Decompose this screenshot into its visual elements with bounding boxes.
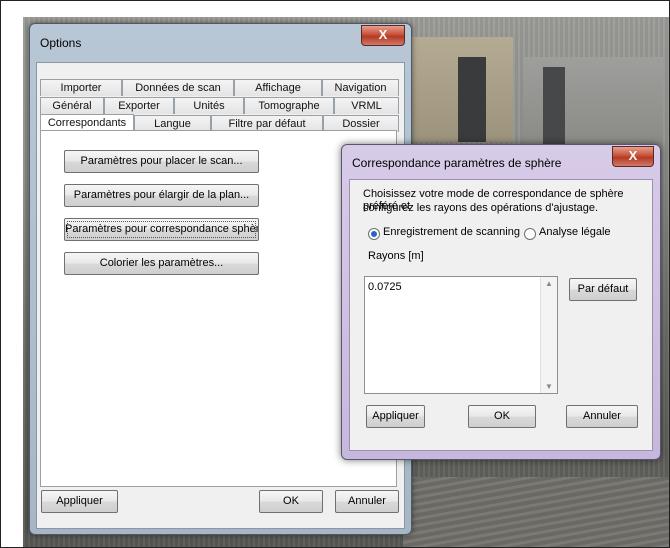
scroll-up-icon[interactable]: ▲	[545, 279, 553, 288]
legal-analysis-radio[interactable]	[524, 228, 536, 240]
options-close-button[interactable]: X	[361, 25, 405, 46]
scan-placement-settings-button[interactable]: Paramètres pour placer le scan...	[64, 150, 259, 173]
tab-unites[interactable]: Unités	[174, 97, 244, 114]
scroll-down-icon[interactable]: ▼	[545, 382, 553, 391]
tab-navigation[interactable]: Navigation	[322, 79, 399, 96]
default-radius-button[interactable]: Par défaut	[569, 278, 637, 301]
tab-donnees-de-scan[interactable]: Données de scan	[122, 79, 234, 96]
tab-exporter[interactable]: Exporter	[104, 97, 174, 114]
options-cancel-button[interactable]: Annuler	[335, 490, 399, 513]
tab-importer[interactable]: Importer	[40, 79, 122, 96]
color-settings-button[interactable]: Colorier les paramètres...	[64, 252, 259, 275]
options-ok-button[interactable]: OK	[259, 490, 323, 513]
tab-vrml[interactable]: VRML	[334, 97, 399, 114]
legal-analysis-label[interactable]: Analyse légale	[539, 226, 611, 238]
background-door	[458, 57, 486, 142]
sphere-dialog-close-button[interactable]: X	[612, 146, 654, 167]
radius-scrollbar[interactable]: ▲ ▼	[540, 277, 557, 393]
radius-value: 0.0725	[368, 281, 402, 293]
sphere-dialog-title: Correspondance paramètres de sphère	[352, 156, 562, 170]
radius-textarea[interactable]: 0.0725 ▲ ▼	[364, 276, 558, 394]
tab-tomographe[interactable]: Tomographe	[244, 97, 334, 114]
sphere-dialog-client-area: Choisissez votre mode de correspondance …	[349, 179, 653, 451]
sphere-apply-button[interactable]: Appliquer	[366, 405, 425, 428]
tab-affichage[interactable]: Affichage	[234, 79, 322, 96]
tab-row-2: Général Exporter Unités Tomographe VRML	[40, 97, 399, 114]
close-icon: X	[378, 27, 388, 42]
plane-extension-settings-button[interactable]: Paramètres pour élargir de la plan...	[64, 184, 259, 207]
sphere-matching-dialog: Correspondance paramètres de sphère X Ch…	[341, 144, 661, 460]
sphere-ok-button[interactable]: OK	[468, 405, 536, 428]
radius-label: Rayons [m]	[368, 250, 424, 262]
sphere-matching-settings-button[interactable]: Paramètres pour correspondance sphère...	[64, 218, 259, 241]
background-door	[543, 67, 565, 147]
scanning-registration-label[interactable]: Enregistrement de scanning	[383, 226, 520, 238]
background-pavement	[403, 477, 669, 547]
scanning-registration-radio[interactable]	[368, 228, 380, 240]
screenshot-frame: Options X Importer Données de scan Affic…	[0, 0, 670, 548]
close-icon: X	[628, 148, 638, 163]
options-apply-button[interactable]: Appliquer	[41, 490, 118, 513]
description-line-2: configurez les rayons des opérations d'a…	[363, 202, 599, 214]
sphere-cancel-button[interactable]: Annuler	[566, 405, 638, 428]
tab-row-1: Importer Données de scan Affichage Navig…	[40, 79, 399, 96]
options-window-title: Options	[40, 36, 82, 50]
tab-general[interactable]: Général	[40, 97, 104, 114]
